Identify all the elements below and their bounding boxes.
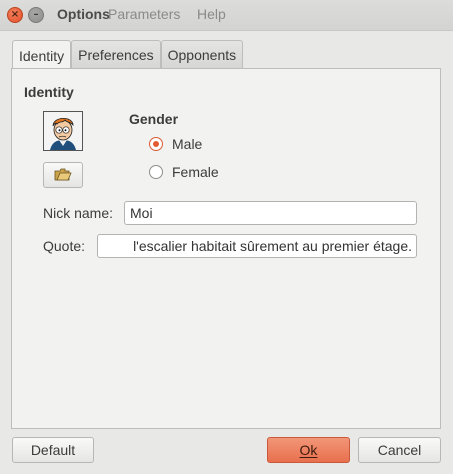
gender-male-label[interactable]: Male	[172, 136, 202, 152]
open-folder-icon	[54, 168, 72, 181]
tab-identity[interactable]: Identity	[12, 40, 72, 70]
gender-female-label[interactable]: Female	[172, 164, 219, 180]
default-button[interactable]: Default	[12, 437, 94, 463]
close-window-button[interactable]: ×	[7, 7, 23, 23]
close-icon: ×	[10, 9, 20, 20]
title-bar: × – Options Parameters Help	[0, 0, 453, 31]
tab-opponents[interactable]: Opponents	[160, 40, 244, 69]
nick-name-input[interactable]	[124, 201, 417, 225]
tab-preferences[interactable]: Preferences	[71, 40, 161, 69]
tab-bar: Identity Preferences Opponents	[12, 40, 244, 70]
change-avatar-button[interactable]	[43, 162, 83, 188]
menu-parameters[interactable]: Parameters	[108, 6, 180, 22]
avatar	[43, 111, 83, 151]
cancel-button[interactable]: Cancel	[358, 437, 441, 463]
minimize-icon: –	[33, 9, 39, 20]
quote-label: Quote:	[43, 238, 86, 254]
identity-section-title: Identity	[24, 84, 74, 100]
menu-help[interactable]: Help	[197, 6, 226, 22]
ok-button[interactable]: Ok	[267, 437, 350, 463]
nick-name-label: Nick name:	[43, 205, 114, 221]
minimize-window-button[interactable]: –	[28, 7, 44, 23]
quote-text: l'escalier habitait sûrement au premier …	[133, 238, 412, 254]
gender-female-radio[interactable]	[149, 165, 163, 179]
gender-male-radio[interactable]	[149, 137, 163, 151]
quote-input[interactable]: l'escalier habitait sûrement au premier …	[97, 234, 417, 258]
gender-section-title: Gender	[129, 111, 179, 127]
character-avatar-icon	[44, 112, 82, 150]
window-title: Options	[57, 6, 110, 22]
